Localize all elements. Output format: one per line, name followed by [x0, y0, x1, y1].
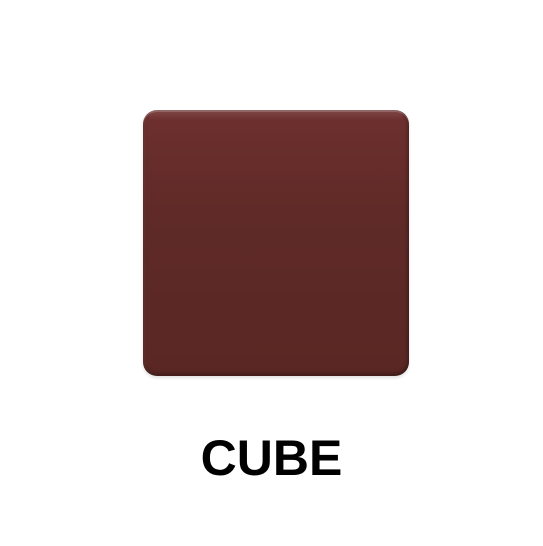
cube-shape	[143, 110, 409, 376]
cube-top-bevel	[149, 110, 403, 120]
illustration-stage: CUBE	[0, 0, 543, 546]
object-caption: CUBE	[200, 430, 343, 486]
